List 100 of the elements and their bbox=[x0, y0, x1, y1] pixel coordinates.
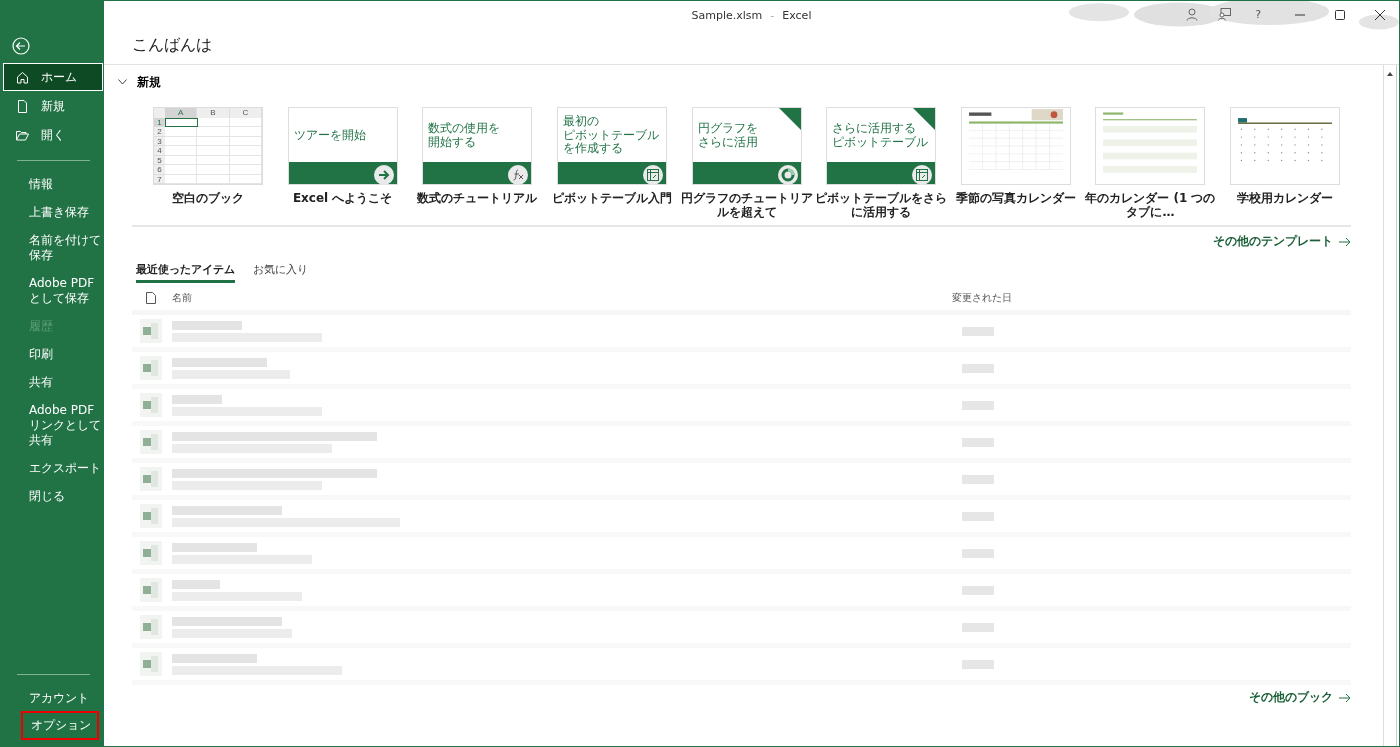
person-icon[interactable] bbox=[1186, 8, 1199, 21]
blurred-text bbox=[962, 548, 994, 558]
calendar-thumbnail[interactable] bbox=[960, 107, 1071, 185]
template-name[interactable]: 円グラフのチュートリアルを超えて bbox=[680, 191, 813, 219]
sidebar-item[interactable]: 新規 bbox=[3, 92, 103, 120]
table-icon bbox=[646, 169, 659, 181]
column-header: B bbox=[197, 108, 230, 118]
thumbnail-title: ピボットテーブル bbox=[832, 134, 930, 149]
sidebar-item[interactable]: エクスポート bbox=[1, 455, 104, 482]
sheet-cell bbox=[229, 165, 262, 175]
sheet-cell bbox=[165, 127, 198, 137]
sheet-cell bbox=[165, 117, 198, 127]
blurred-text bbox=[962, 474, 994, 484]
tab[interactable]: 最近使ったアイテム bbox=[136, 262, 235, 283]
sidebar-item[interactable]: 名前を付けて保存 bbox=[1, 227, 104, 269]
thumbnail-title: ピボットテーブル bbox=[562, 128, 660, 142]
thumbnail-caption: 円グラフを bbox=[697, 121, 759, 135]
donut-chart-icon bbox=[780, 168, 795, 182]
template-thumbnail[interactable]: 円グラフを さらに活用 bbox=[691, 107, 802, 185]
thumbnail-title: 開始する bbox=[428, 134, 478, 149]
blurred-text bbox=[172, 394, 222, 404]
scrollbar[interactable] bbox=[1383, 65, 1397, 746]
sidebar-item[interactable]: オプション bbox=[23, 713, 97, 738]
template-thumbnail[interactable]: さらに活用する ピボットテーブル bbox=[826, 107, 937, 185]
select-all-corner bbox=[154, 108, 165, 118]
close-icon[interactable] bbox=[1375, 9, 1385, 20]
sidebar-item[interactable]: 上書き保存 bbox=[1, 199, 104, 226]
template-thumbnail[interactable]: ツアーを開始 bbox=[287, 107, 398, 185]
sidebar-item[interactable]: 閉じる bbox=[1, 483, 104, 510]
folder-icon bbox=[16, 128, 29, 142]
sidebar-item[interactable]: Adobe PDF リンクとして共有 bbox=[1, 397, 104, 454]
row-header: 7 bbox=[154, 174, 165, 184]
thumbnail-caption: を作成する bbox=[562, 142, 624, 155]
blurred-text bbox=[962, 437, 994, 447]
blurred-text bbox=[962, 511, 994, 521]
thumbnail-title: ツアーを開始 bbox=[293, 128, 367, 142]
column-header: C bbox=[229, 108, 262, 118]
home-icon bbox=[16, 70, 29, 84]
blurred-file-icon bbox=[140, 615, 162, 639]
sheet-cell bbox=[229, 136, 262, 146]
blurred-file-icon bbox=[140, 652, 162, 676]
arrow-icon bbox=[377, 169, 390, 181]
blurred-text bbox=[962, 585, 994, 595]
blurred-file-icon bbox=[140, 393, 162, 417]
thumbnail-caption: さらに活用する bbox=[832, 121, 918, 135]
blurred-file-icon bbox=[140, 578, 162, 602]
arrow-icon bbox=[1339, 236, 1351, 247]
sheet-cell bbox=[197, 165, 230, 175]
blurred-file-icon bbox=[140, 430, 162, 454]
blurred-file-icon bbox=[140, 467, 162, 491]
template-name[interactable]: 学校用カレンダー bbox=[1237, 191, 1333, 219]
blurred-text bbox=[962, 363, 994, 373]
thumbnail-title: さらに活用 bbox=[697, 134, 759, 149]
thumbnail-caption: 最初の bbox=[562, 115, 600, 128]
sidebar-item[interactable]: 開く bbox=[3, 121, 103, 149]
more-templates-link[interactable]: その他のテンプレート bbox=[1213, 233, 1351, 250]
sheet-cell bbox=[165, 155, 198, 165]
corner-badge bbox=[778, 108, 801, 130]
document-icon bbox=[16, 99, 29, 113]
corner-badge bbox=[913, 108, 936, 130]
function-icon bbox=[512, 169, 525, 181]
title-separator: - bbox=[770, 8, 775, 22]
template-name[interactable]: ピボットテーブルをさらに活用する bbox=[815, 191, 948, 219]
sidebar-item[interactable]: 情報 bbox=[1, 171, 104, 198]
sidebar-item[interactable]: ホーム bbox=[3, 63, 103, 91]
help-button[interactable]: ? bbox=[1251, 8, 1265, 21]
window-title: Sample.xlsm bbox=[691, 8, 763, 22]
blurred-text bbox=[962, 400, 994, 410]
sheet-cell bbox=[197, 136, 230, 146]
sidebar-item[interactable]: 印刷 bbox=[1, 341, 104, 368]
back-icon[interactable] bbox=[12, 37, 30, 55]
calendar-thumbnail[interactable] bbox=[1230, 107, 1340, 185]
column-header: 名前 bbox=[172, 291, 193, 305]
template-name[interactable]: 年のカレンダー (1 つのタブに… bbox=[1084, 191, 1217, 219]
sheet-cell bbox=[229, 146, 262, 156]
sidebar-item[interactable]: アカウント bbox=[1, 685, 104, 712]
table-icon bbox=[916, 169, 929, 181]
sheet-cell bbox=[197, 146, 230, 156]
tab[interactable]: お気に入り bbox=[253, 262, 308, 283]
template-name[interactable]: Excel へようこそ bbox=[292, 191, 393, 219]
sheet-cell bbox=[229, 174, 262, 184]
template-name[interactable]: 空白のブック bbox=[172, 191, 244, 219]
document-icon bbox=[146, 292, 156, 304]
blurred-file-icon bbox=[140, 356, 162, 380]
calendar-thumbnail[interactable] bbox=[1095, 107, 1206, 185]
spreadsheet-thumbnail[interactable]: A B C 1 2 3 4 5 6 7 bbox=[153, 107, 263, 185]
sheet-cell bbox=[165, 165, 198, 175]
template-name[interactable]: ピボットテーブル入門 bbox=[551, 191, 672, 219]
sidebar-item[interactable]: 共有 bbox=[1, 369, 104, 396]
sheet-cell bbox=[197, 155, 230, 165]
chevron-icon[interactable] bbox=[118, 79, 127, 85]
template-thumbnail[interactable]: 数式の使用を 開始する bbox=[422, 107, 533, 185]
presenter-icon[interactable] bbox=[1218, 8, 1232, 21]
maximize-icon[interactable] bbox=[1335, 9, 1345, 20]
template-name[interactable]: 季節の写真カレンダー bbox=[955, 191, 1076, 219]
blurred-text bbox=[962, 622, 994, 632]
sidebar-item[interactable]: Adobe PDF として保存 bbox=[1, 270, 104, 312]
template-name[interactable]: 数式のチュートリアル bbox=[417, 191, 538, 219]
template-thumbnail[interactable]: 最初の ピボットテーブル を作成する bbox=[556, 107, 667, 185]
more-books-link[interactable]: その他のブック bbox=[1249, 689, 1351, 706]
